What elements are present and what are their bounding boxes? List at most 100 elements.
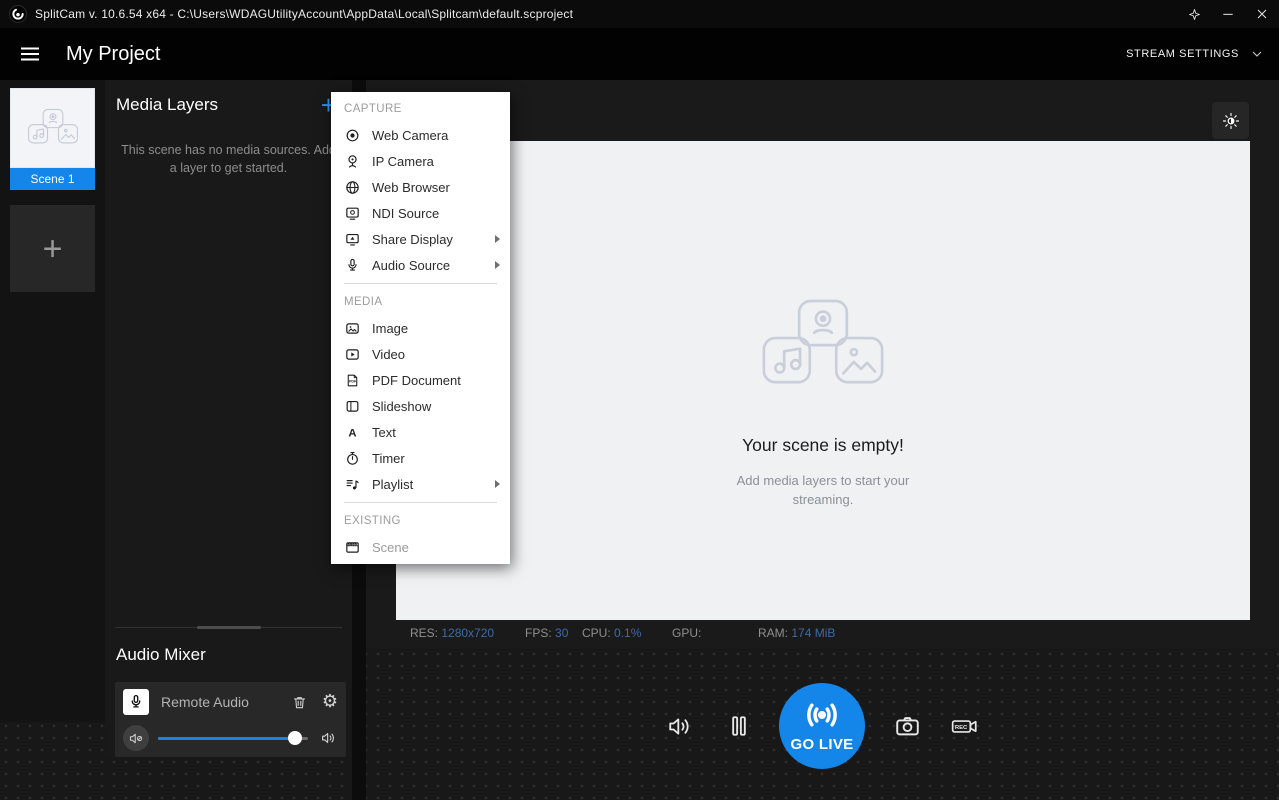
menu-item-share-display[interactable]: Share Display (331, 226, 510, 252)
menu-item-web-camera[interactable]: Web Camera (331, 122, 510, 148)
menu-item-label: IP Camera (372, 154, 434, 169)
record-button[interactable] (948, 712, 981, 741)
menu-divider (344, 283, 497, 284)
pin-button[interactable] (1177, 0, 1211, 28)
web-camera-icon (344, 127, 361, 144)
menu-divider (344, 502, 497, 503)
stats-bar: RES: 1280x720FPS: 30CPU: 0.1%GPU: RAM: 1… (366, 620, 1279, 648)
stat-item: GPU: (672, 626, 701, 640)
menu-item-label: Image (372, 321, 408, 336)
timer-icon (344, 450, 361, 467)
video-icon (344, 346, 361, 363)
media-layers-empty-message: This scene has no media sources. Add a l… (120, 141, 338, 177)
menu-item-text[interactable]: Text (331, 419, 510, 445)
web-browser-icon (344, 179, 361, 196)
menu-item-web-browser[interactable]: Web Browser (331, 174, 510, 200)
menu-item-timer[interactable]: Timer (331, 445, 510, 471)
minimize-button[interactable] (1211, 0, 1245, 28)
add-scene-button[interactable]: + (10, 205, 95, 292)
hamburger-menu-button[interactable] (8, 36, 52, 72)
menu-item-scene[interactable]: Scene (331, 534, 510, 560)
empty-scene-subtitle: Add media layers to start your streaming… (723, 472, 923, 510)
menu-item-label: Share Display (372, 232, 453, 247)
playlist-icon (344, 476, 361, 493)
audio-mixer-title: Audio Mixer (116, 645, 206, 665)
menu-item-pdf-document[interactable]: PDF Document (331, 367, 510, 393)
scene-name-badge: Scene 1 (10, 168, 95, 190)
scene-icon (344, 539, 361, 556)
empty-scene-title: Your scene is empty! (742, 435, 904, 456)
menu-item-label: Playlist (372, 477, 413, 492)
menu-item-audio-source[interactable]: Audio Source (331, 252, 510, 278)
scene-item[interactable]: Scene 1 (10, 88, 95, 190)
slideshow-icon (344, 398, 361, 415)
menu-section-header: EXISTING (331, 508, 510, 534)
menu-item-label: Text (372, 425, 396, 440)
submenu-arrow-icon (495, 261, 500, 269)
menu-item-label: Scene (372, 540, 409, 555)
scene-thumbnail[interactable] (10, 88, 95, 168)
menu-item-label: Slideshow (372, 399, 431, 414)
menu-section-header: CAPTURE (331, 96, 510, 122)
media-layers-panel: Media Layers + This scene has no media s… (105, 80, 352, 757)
app-logo-icon (9, 5, 27, 23)
stat-item: CPU: 0.1% (582, 626, 641, 640)
menu-item-image[interactable]: Image (331, 315, 510, 341)
media-layers-title: Media Layers (116, 95, 218, 115)
stat-item: FPS: 30 (525, 626, 568, 640)
menu-item-label: Web Camera (372, 128, 448, 143)
panel-resize-handle[interactable] (197, 626, 261, 629)
close-button[interactable] (1245, 0, 1279, 28)
text-icon (344, 424, 361, 441)
pdf-document-icon (344, 372, 361, 389)
pause-button[interactable] (725, 712, 753, 740)
ndi-source-icon (344, 205, 361, 222)
stream-settings-label: STREAM SETTINGS (1126, 48, 1239, 60)
volume-slider[interactable] (158, 737, 308, 740)
image-icon (344, 320, 361, 337)
mute-toggle-button[interactable] (123, 725, 149, 751)
audio-monitor-button[interactable] (666, 712, 695, 741)
go-live-label: GO LIVE (791, 736, 854, 753)
menu-item-label: Web Browser (372, 180, 450, 195)
ip-camera-icon (344, 153, 361, 170)
delete-audio-source-button[interactable] (291, 694, 308, 711)
sun-icon (1221, 111, 1241, 131)
scene-placeholder-icon (22, 108, 84, 148)
page-title: My Project (66, 43, 160, 66)
menu-item-label: Audio Source (372, 258, 450, 273)
audio-mixer-item: Remote Audio ⚙ (115, 682, 346, 757)
window-title: SplitCam v. 10.6.54 x64 - C:\Users\WDAGU… (35, 7, 573, 21)
audio-source-name: Remote Audio (161, 694, 249, 710)
title-bar: SplitCam v. 10.6.54 x64 - C:\Users\WDAGU… (0, 0, 1279, 28)
menu-item-video[interactable]: Video (331, 341, 510, 367)
stat-item: RES: 1280x720 (410, 626, 494, 640)
scene-preview-canvas[interactable]: Your scene is empty! Add media layers to… (396, 141, 1250, 620)
submenu-arrow-icon (495, 480, 500, 488)
submenu-arrow-icon (495, 235, 500, 243)
broadcast-icon (801, 700, 843, 730)
menu-item-slideshow[interactable]: Slideshow (331, 393, 510, 419)
empty-scene-icon (748, 299, 898, 393)
menu-item-label: Timer (372, 451, 405, 466)
chevron-down-icon (1249, 46, 1265, 62)
audio-settings-gear-icon[interactable]: ⚙ (322, 693, 338, 711)
menu-item-label: PDF Document (372, 373, 461, 388)
stream-settings-button[interactable]: STREAM SETTINGS (1126, 46, 1265, 62)
go-live-button[interactable]: GO LIVE (779, 683, 865, 769)
app-header: My Project STREAM SETTINGS (0, 28, 1279, 80)
brightness-toggle-button[interactable] (1212, 102, 1249, 139)
menu-item-ip-camera[interactable]: IP Camera (331, 148, 510, 174)
share-display-icon (344, 231, 361, 248)
snapshot-button[interactable] (893, 712, 922, 741)
menu-section-header: MEDIA (331, 289, 510, 315)
menu-item-ndi-source[interactable]: NDI Source (331, 200, 510, 226)
speaker-loud-icon (320, 729, 338, 747)
menu-item-label: Video (372, 347, 405, 362)
audio-source-type-icon (123, 689, 149, 715)
volume-slider-fill (158, 737, 295, 740)
volume-slider-knob[interactable] (288, 731, 302, 745)
panel-resize-divider[interactable] (115, 627, 342, 628)
menu-item-playlist[interactable]: Playlist (331, 471, 510, 497)
speaker-muted-icon (128, 730, 145, 747)
